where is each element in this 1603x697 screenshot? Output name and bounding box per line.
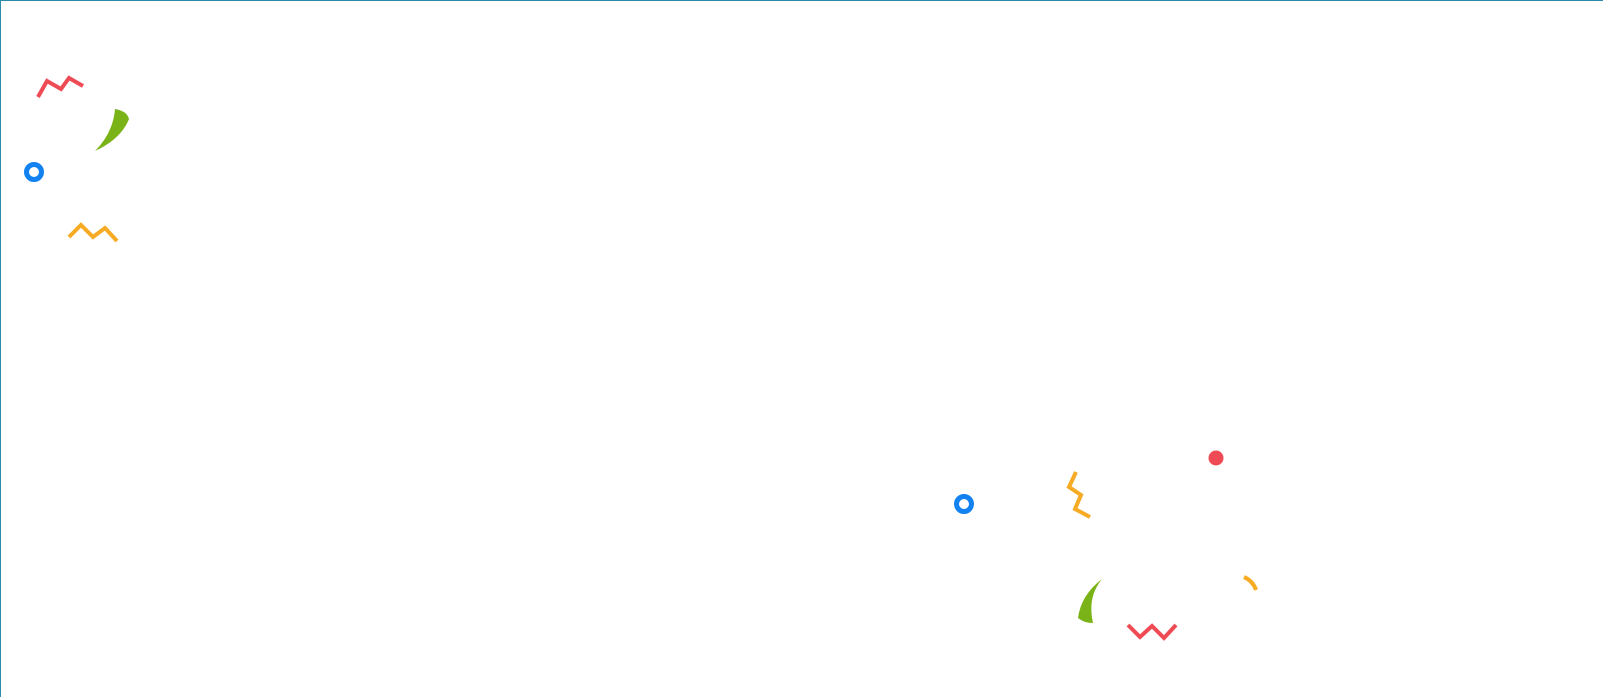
red-zigzag-confetti	[36, 75, 84, 98]
orange-arc-confetti	[1243, 575, 1258, 591]
orange-zigzag-confetti	[67, 222, 119, 243]
blue-ring-confetti	[954, 494, 974, 514]
confetti-decoration	[24, 75, 1258, 641]
red-zigzag-confetti	[1126, 623, 1178, 641]
red-dot-confetti	[1208, 450, 1224, 466]
green-crescent-confetti	[95, 109, 129, 151]
green-crescent-confetti	[1078, 579, 1102, 623]
confetti-group-bottom-right	[954, 450, 1258, 641]
orange-vertical-zigzag-confetti	[1066, 471, 1091, 519]
blank-page-background	[0, 0, 1603, 697]
blue-ring-confetti	[24, 162, 44, 182]
confetti-group-top-left	[24, 75, 129, 243]
